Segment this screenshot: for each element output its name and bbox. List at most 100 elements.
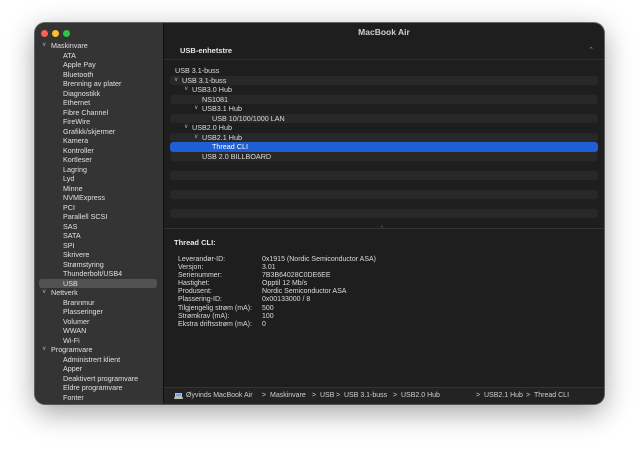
sidebar-item-plasseringer[interactable]: Plasseringer <box>35 307 164 317</box>
chevron-up-icon[interactable]: ⌃ <box>588 42 594 60</box>
usb-tree-row[interactable]: ∨ USB2.0 Hub <box>170 123 598 133</box>
sidebar-item-thunderbolt-usb4[interactable]: Thunderbolt/USB4 <box>35 269 164 279</box>
sidebar-item-minne[interactable]: Minne <box>35 184 164 194</box>
chevron-down-icon[interactable]: ∨ <box>194 104 198 114</box>
sidebar-item-nvmexpress[interactable]: NVMExpress <box>35 193 164 203</box>
usb-tree-row-label: USB3.0 Hub <box>192 85 232 94</box>
sidebar-item-usb[interactable]: USB <box>39 278 157 288</box>
chevron-down-icon[interactable]: ∨ <box>184 85 188 95</box>
sidebar-item-label: Plasseringer <box>63 307 103 316</box>
sidebar-item-kortleser[interactable]: Kortleser <box>35 155 164 165</box>
sidebar-item-sata[interactable]: SATA <box>35 231 164 241</box>
sidebar-item-label: Eldre programvare <box>63 383 123 392</box>
sidebar-item-ethernet[interactable]: Ethernet <box>35 98 164 108</box>
path-crumb[interactable]: USB2.1 Hub <box>484 388 523 404</box>
usb-tree-row[interactable]: NS1081 <box>170 94 598 104</box>
sidebar-item-deaktivert-programvare[interactable]: Deaktivert programvare <box>35 374 164 384</box>
path-separator: > <box>526 392 531 399</box>
sidebar-item-brenning-av-plater[interactable]: Brenning av plater <box>35 79 164 89</box>
sidebar-item-pci[interactable]: PCI <box>35 203 164 213</box>
sidebar-item-wi-fi[interactable]: Wi-Fi <box>35 336 164 346</box>
usb-tree-row[interactable]: Thread CLI <box>170 142 598 152</box>
sidebar-item-skrivere[interactable]: Skrivere <box>35 250 164 260</box>
sidebar-item-parallell-scsi[interactable]: Parallell SCSI <box>35 212 164 222</box>
usb-tree-row[interactable]: ∨ USB 3.1-buss <box>170 75 598 86</box>
path-crumb[interactable]: Øyvinds MacBook Air <box>186 388 253 404</box>
usb-tree-row[interactable]: USB 3.1-buss <box>170 66 598 76</box>
sidebar-item-apple-pay[interactable]: Apple Pay <box>35 60 164 70</box>
usb-tree-row[interactable]: ∨ USB3.0 Hub <box>170 85 598 95</box>
usb-tree-row[interactable]: ∨ USB3.1 Hub <box>170 104 598 114</box>
sidebar-item-grafikk-skjermer[interactable]: Grafikk/skjermer <box>35 127 164 137</box>
sidebar-item-fibre-channel[interactable]: Fibre Channel <box>35 108 164 118</box>
usb-tree-empty-row <box>170 180 598 190</box>
chevron-down-icon[interactable]: ∨ <box>42 41 46 51</box>
path-separator: > <box>262 392 267 399</box>
detail-row: Hastighet: Opptil 12 Mb/s <box>174 280 594 288</box>
detail-row: Tilgjengelig strøm (mA): 500 <box>174 305 594 313</box>
sidebar-item-administrert-klient[interactable]: Administrert klient <box>35 355 164 365</box>
sidebar-item-bluetooth[interactable]: Bluetooth <box>35 70 164 80</box>
sidebar-category-programvare[interactable]: ∨ Programvare <box>35 345 164 355</box>
detail-row: Plassering-ID: 0x00133000 / 8 <box>174 296 594 304</box>
zoom-button[interactable] <box>63 30 70 37</box>
detail-key: Tilgjengelig strøm (mA): <box>178 304 253 312</box>
path-crumb[interactable]: USB2.0 Hub <box>401 388 440 404</box>
split-handle-icon[interactable]: • <box>381 225 383 231</box>
sidebar-item-label: Programvare <box>51 345 93 354</box>
sidebar-item-label: Administrert klient <box>63 354 121 364</box>
chevron-down-icon[interactable]: ∨ <box>42 288 46 298</box>
detail-key: Strømkrav (mA): <box>178 312 230 320</box>
close-button[interactable] <box>41 30 48 37</box>
path-crumb[interactable]: USB 3.1-buss <box>344 388 387 404</box>
usb-tree-row-label: USB2.0 Hub <box>192 123 232 132</box>
chevron-down-icon[interactable]: ∨ <box>184 123 188 133</box>
sidebar-item-lyd[interactable]: Lyd <box>35 174 164 184</box>
sidebar-item-label: Fibre Channel <box>63 107 109 117</box>
path-separator: > <box>336 392 341 399</box>
detail-row: Produsent: Nordic Semiconductor ASA <box>174 288 594 296</box>
detail-value: 0 <box>262 320 266 328</box>
sidebar-item-brannmur[interactable]: Brannmur <box>35 298 164 308</box>
detail-key: Ekstra driftsstrøm (mA): <box>178 320 252 328</box>
path-crumb[interactable]: Maskinvare <box>270 388 306 404</box>
sidebar-item-diagnostikk[interactable]: Diagnostikk <box>35 89 164 99</box>
usb-tree-row-label: USB 2.0 BILLBOARD <box>202 151 272 161</box>
sidebar-item-spi[interactable]: SPI <box>35 241 164 251</box>
sidebar-item-strømstyring[interactable]: Strømstyring <box>35 260 164 270</box>
minimize-button[interactable] <box>52 30 59 37</box>
sidebar-item-ata[interactable]: ATA <box>35 51 164 61</box>
sidebar-item-label: Bluetooth <box>63 69 94 79</box>
usb-tree-header[interactable]: USB-enhetstre ⌃ <box>164 42 604 60</box>
sidebar-category-nettverk[interactable]: ∨ Nettverk <box>35 288 164 298</box>
split-divider[interactable] <box>164 228 604 229</box>
usb-tree-row[interactable]: ∨ USB2.1 Hub <box>170 132 598 143</box>
detail-value: 3.01 <box>262 264 276 272</box>
chevron-down-icon[interactable]: ∨ <box>42 345 46 355</box>
sidebar-item-label: Skrivere <box>63 250 90 259</box>
usb-tree-row[interactable]: USB 10/100/1000 LAN <box>170 113 598 123</box>
path-crumb[interactable]: USB <box>320 388 334 404</box>
chevron-down-icon[interactable]: ∨ <box>174 76 178 86</box>
sidebar-item-label: ATA <box>63 50 76 60</box>
sidebar-item-sas[interactable]: SAS <box>35 222 164 232</box>
detail-row: Versjon: 3.01 <box>174 264 594 272</box>
path-crumb[interactable]: Thread CLI <box>534 388 569 404</box>
sidebar-item-wwan[interactable]: WWAN <box>35 326 164 336</box>
path-bar: Øyvinds MacBook Air > Maskinvare > USB > USB 3… <box>164 387 604 404</box>
sidebar-item-lagring[interactable]: Lagring <box>35 165 164 175</box>
chevron-down-icon[interactable]: ∨ <box>194 133 198 143</box>
sidebar-category-maskinvare[interactable]: ∨ Maskinvare <box>35 41 164 51</box>
sidebar-item-label: Apper <box>63 364 83 373</box>
sidebar-item-apper[interactable]: Apper <box>35 364 164 374</box>
sidebar-item-label: Apple Pay <box>63 60 96 69</box>
usb-tree-row[interactable]: USB 2.0 BILLBOARD <box>170 151 598 161</box>
sidebar-item-firewire[interactable]: FireWire <box>35 117 164 127</box>
sidebar-item-kontroller[interactable]: Kontroller <box>35 146 164 156</box>
usb-tree-empty-row <box>170 208 598 218</box>
sidebar-item-eldre-programvare[interactable]: Eldre programvare <box>35 383 164 393</box>
sidebar-item-kamera[interactable]: Kamera <box>35 136 164 146</box>
sidebar-item-label: Lagring <box>63 164 87 174</box>
sidebar-item-fonter[interactable]: Fonter <box>35 393 164 403</box>
sidebar-item-volumer[interactable]: Volumer <box>35 317 164 327</box>
